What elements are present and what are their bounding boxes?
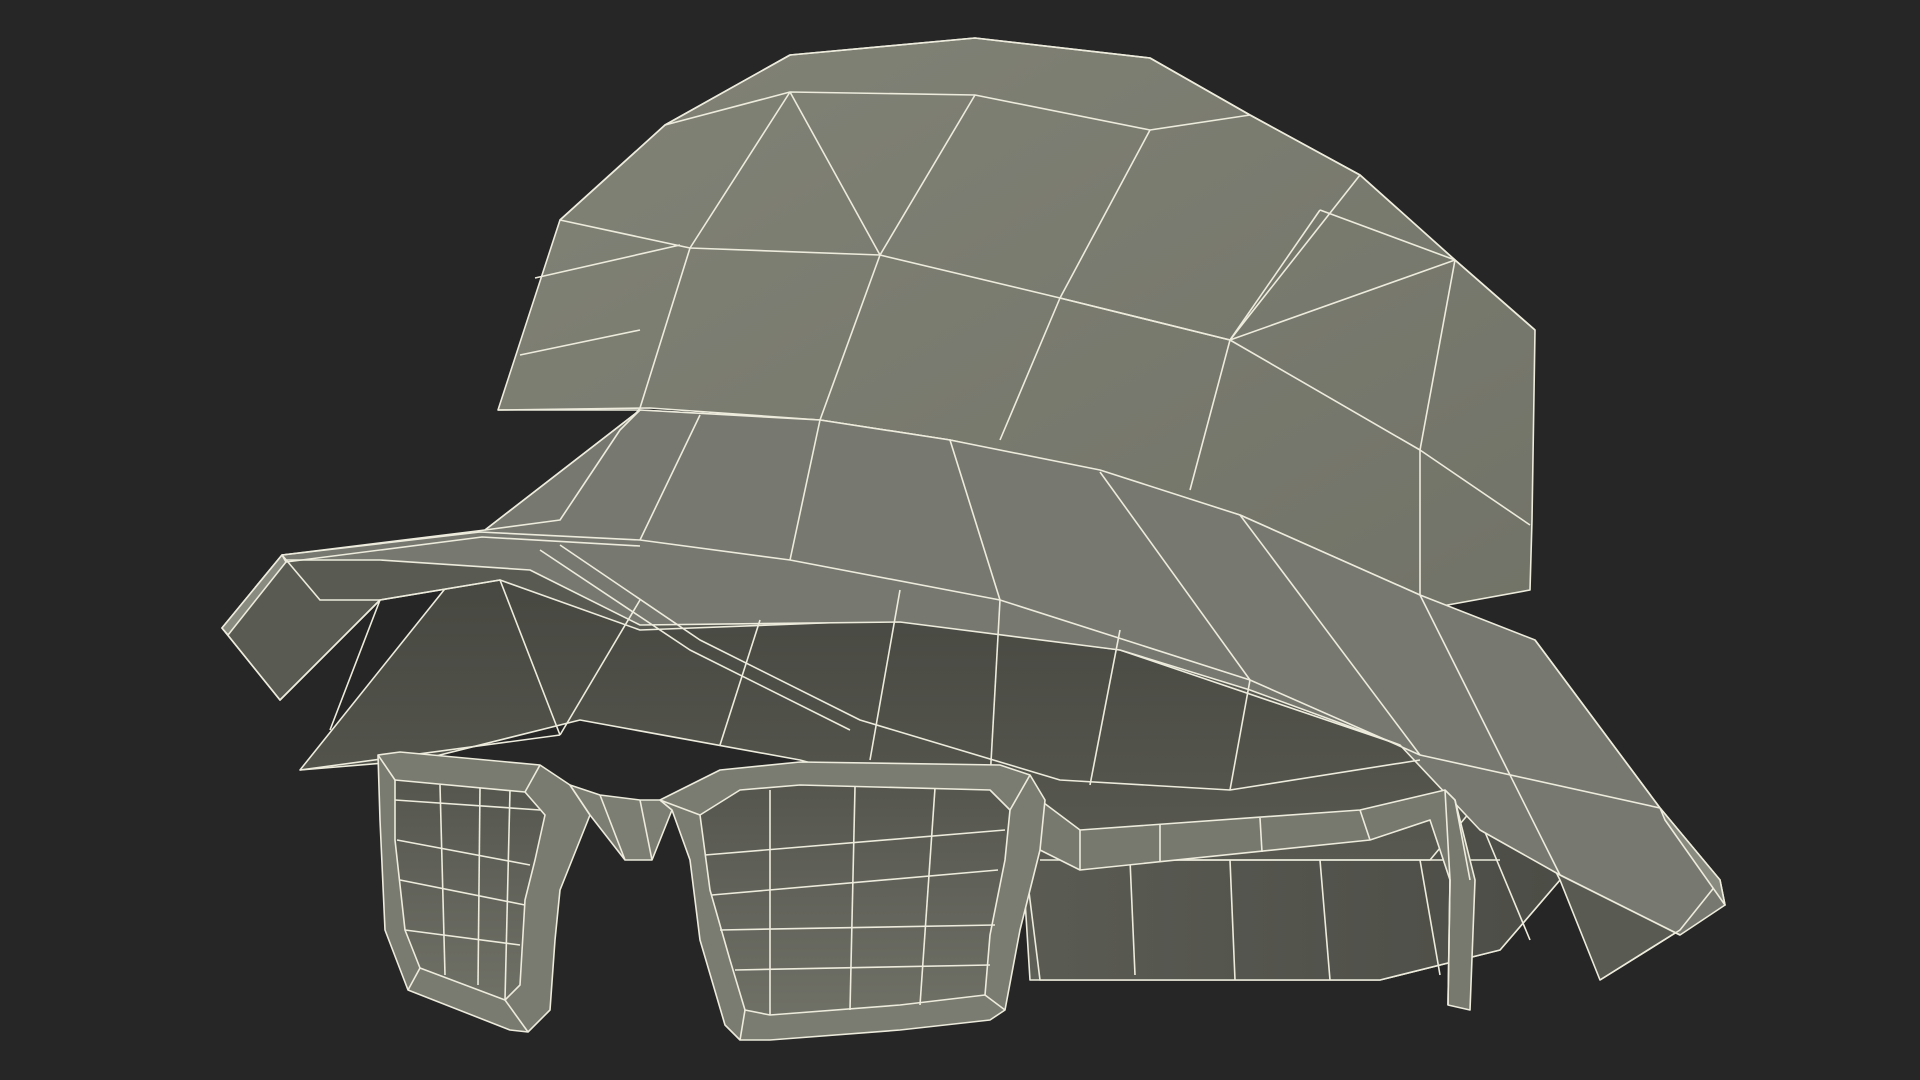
wireframe-render-canvas bbox=[0, 0, 1920, 1080]
